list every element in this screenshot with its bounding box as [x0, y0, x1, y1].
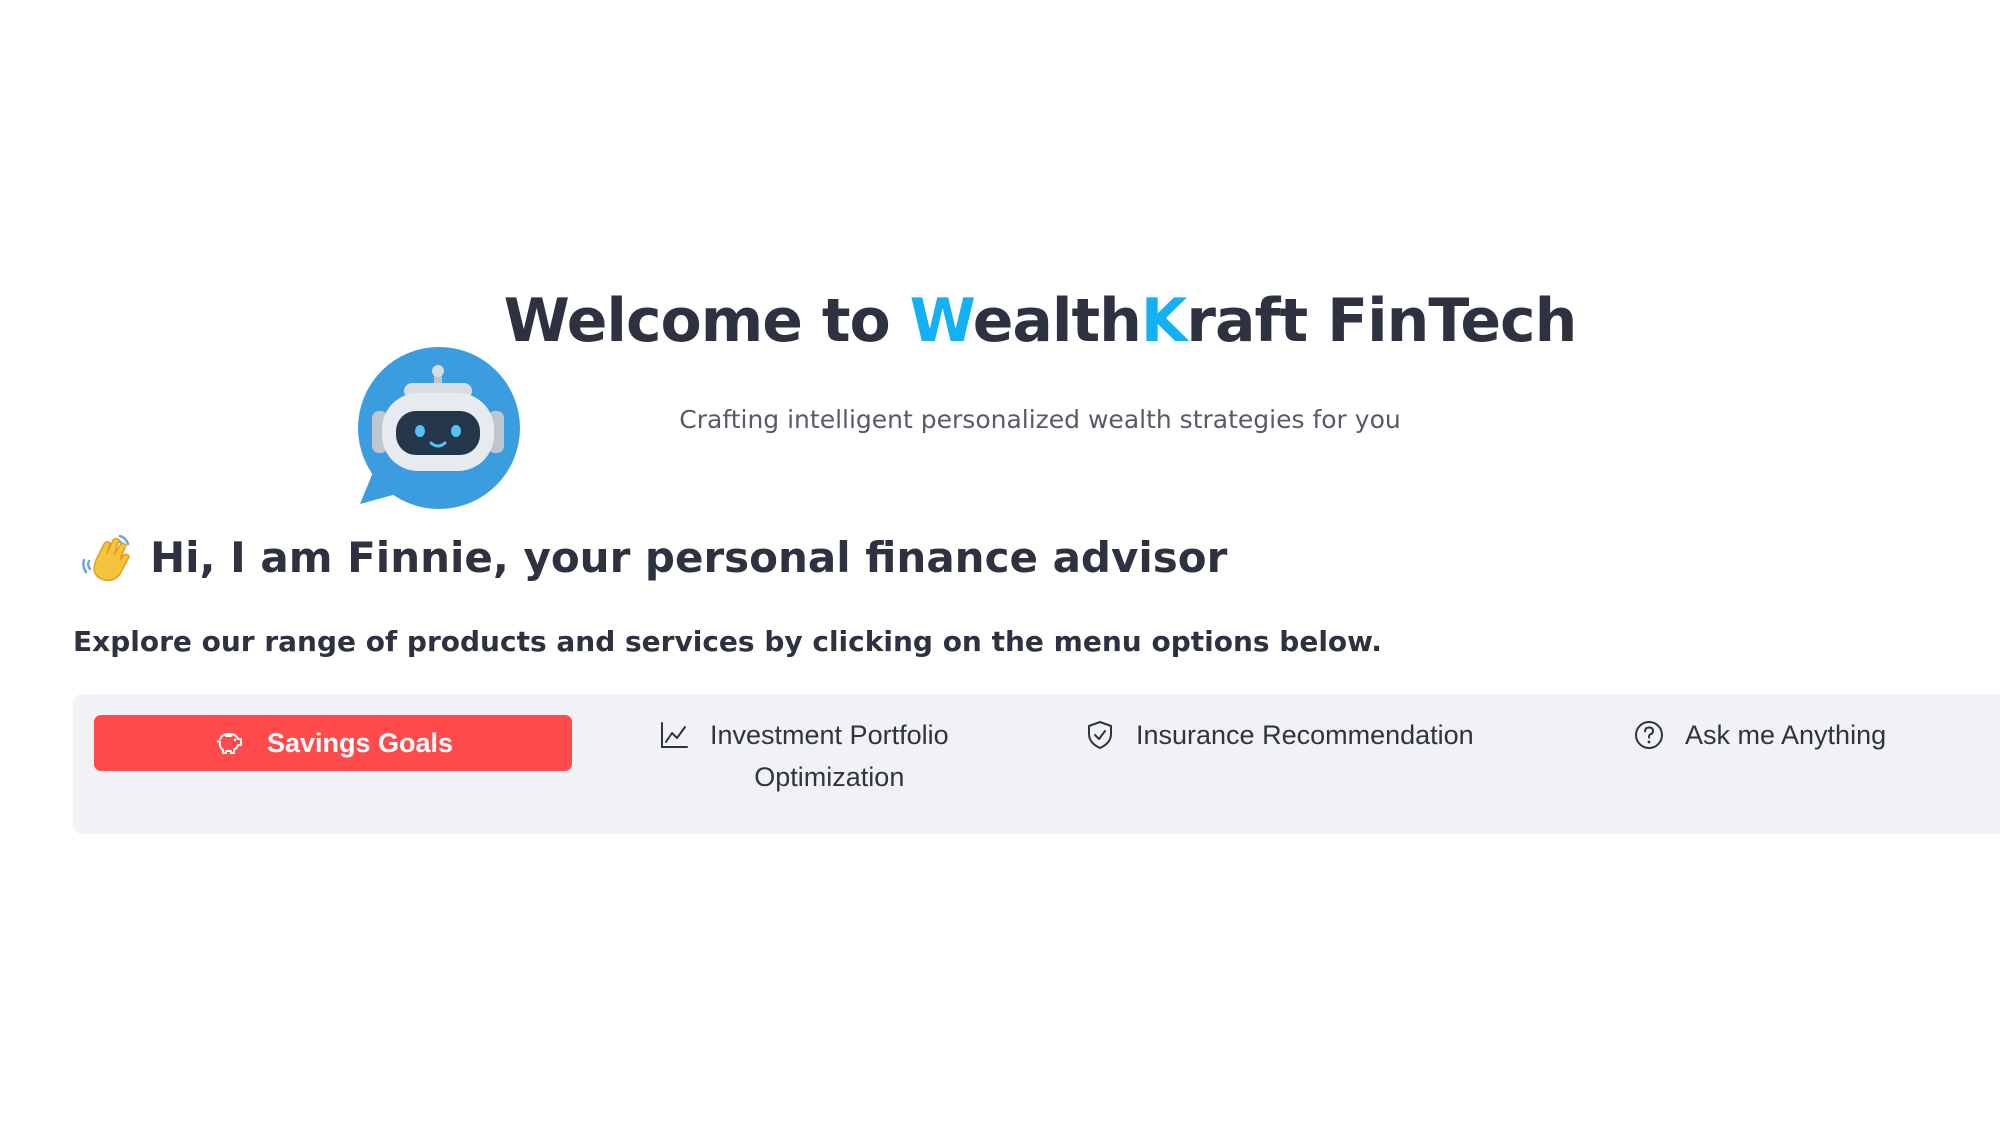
robot-chat-bubble-icon — [358, 347, 520, 509]
page: Welcome to WealthKraft FinTech Crafting … — [0, 0, 2000, 1125]
title-accent-w: W — [909, 286, 974, 356]
page-subtitle: Crafting intelligent personalized wealth… — [679, 405, 1401, 434]
menu-item-label-line1: Investment Portfolio — [710, 720, 949, 750]
menu-item-savings-goals[interactable]: Savings Goals — [94, 715, 572, 771]
page-title: Welcome to WealthKraft FinTech — [0, 291, 2000, 351]
menu-item-label: Ask me Anything — [1685, 720, 1887, 750]
shield-check-icon — [1088, 721, 1112, 749]
title-prefix: Welcome to — [503, 286, 910, 356]
title-mid: ealth — [972, 286, 1142, 356]
menu-item-insurance[interactable]: Insurance Recommendation — [1084, 714, 1474, 756]
question-circle-icon — [1635, 721, 1663, 749]
menu-item-label-block: Investment Portfolio Optimization — [710, 714, 949, 798]
menu-item-investment-portfolio[interactable]: Investment Portfolio Optimization — [658, 714, 949, 798]
waving-hand-icon — [82, 534, 130, 582]
option-menu: Savings Goals Investment Portfolio Optim… — [73, 694, 2000, 834]
title-suffix: raft FinTech — [1186, 286, 1577, 356]
menu-item-label-line2: Optimization — [754, 762, 905, 792]
greeting-text: Hi, I am Finnie, your personal finance a… — [150, 533, 1228, 582]
assistant-greeting: Hi, I am Finnie, your personal finance a… — [80, 530, 1227, 586]
menu-item-label: Savings Goals — [266, 727, 454, 758]
piggy-bank-icon — [216, 733, 242, 754]
menu-item-label: Insurance Recommendation — [1136, 720, 1474, 750]
menu-item-ask-anything[interactable]: Ask me Anything — [1633, 714, 1886, 756]
intro-text: Explore our range of products and servic… — [73, 625, 1382, 658]
title-accent-k: K — [1140, 286, 1187, 356]
line-chart-icon — [661, 722, 688, 748]
